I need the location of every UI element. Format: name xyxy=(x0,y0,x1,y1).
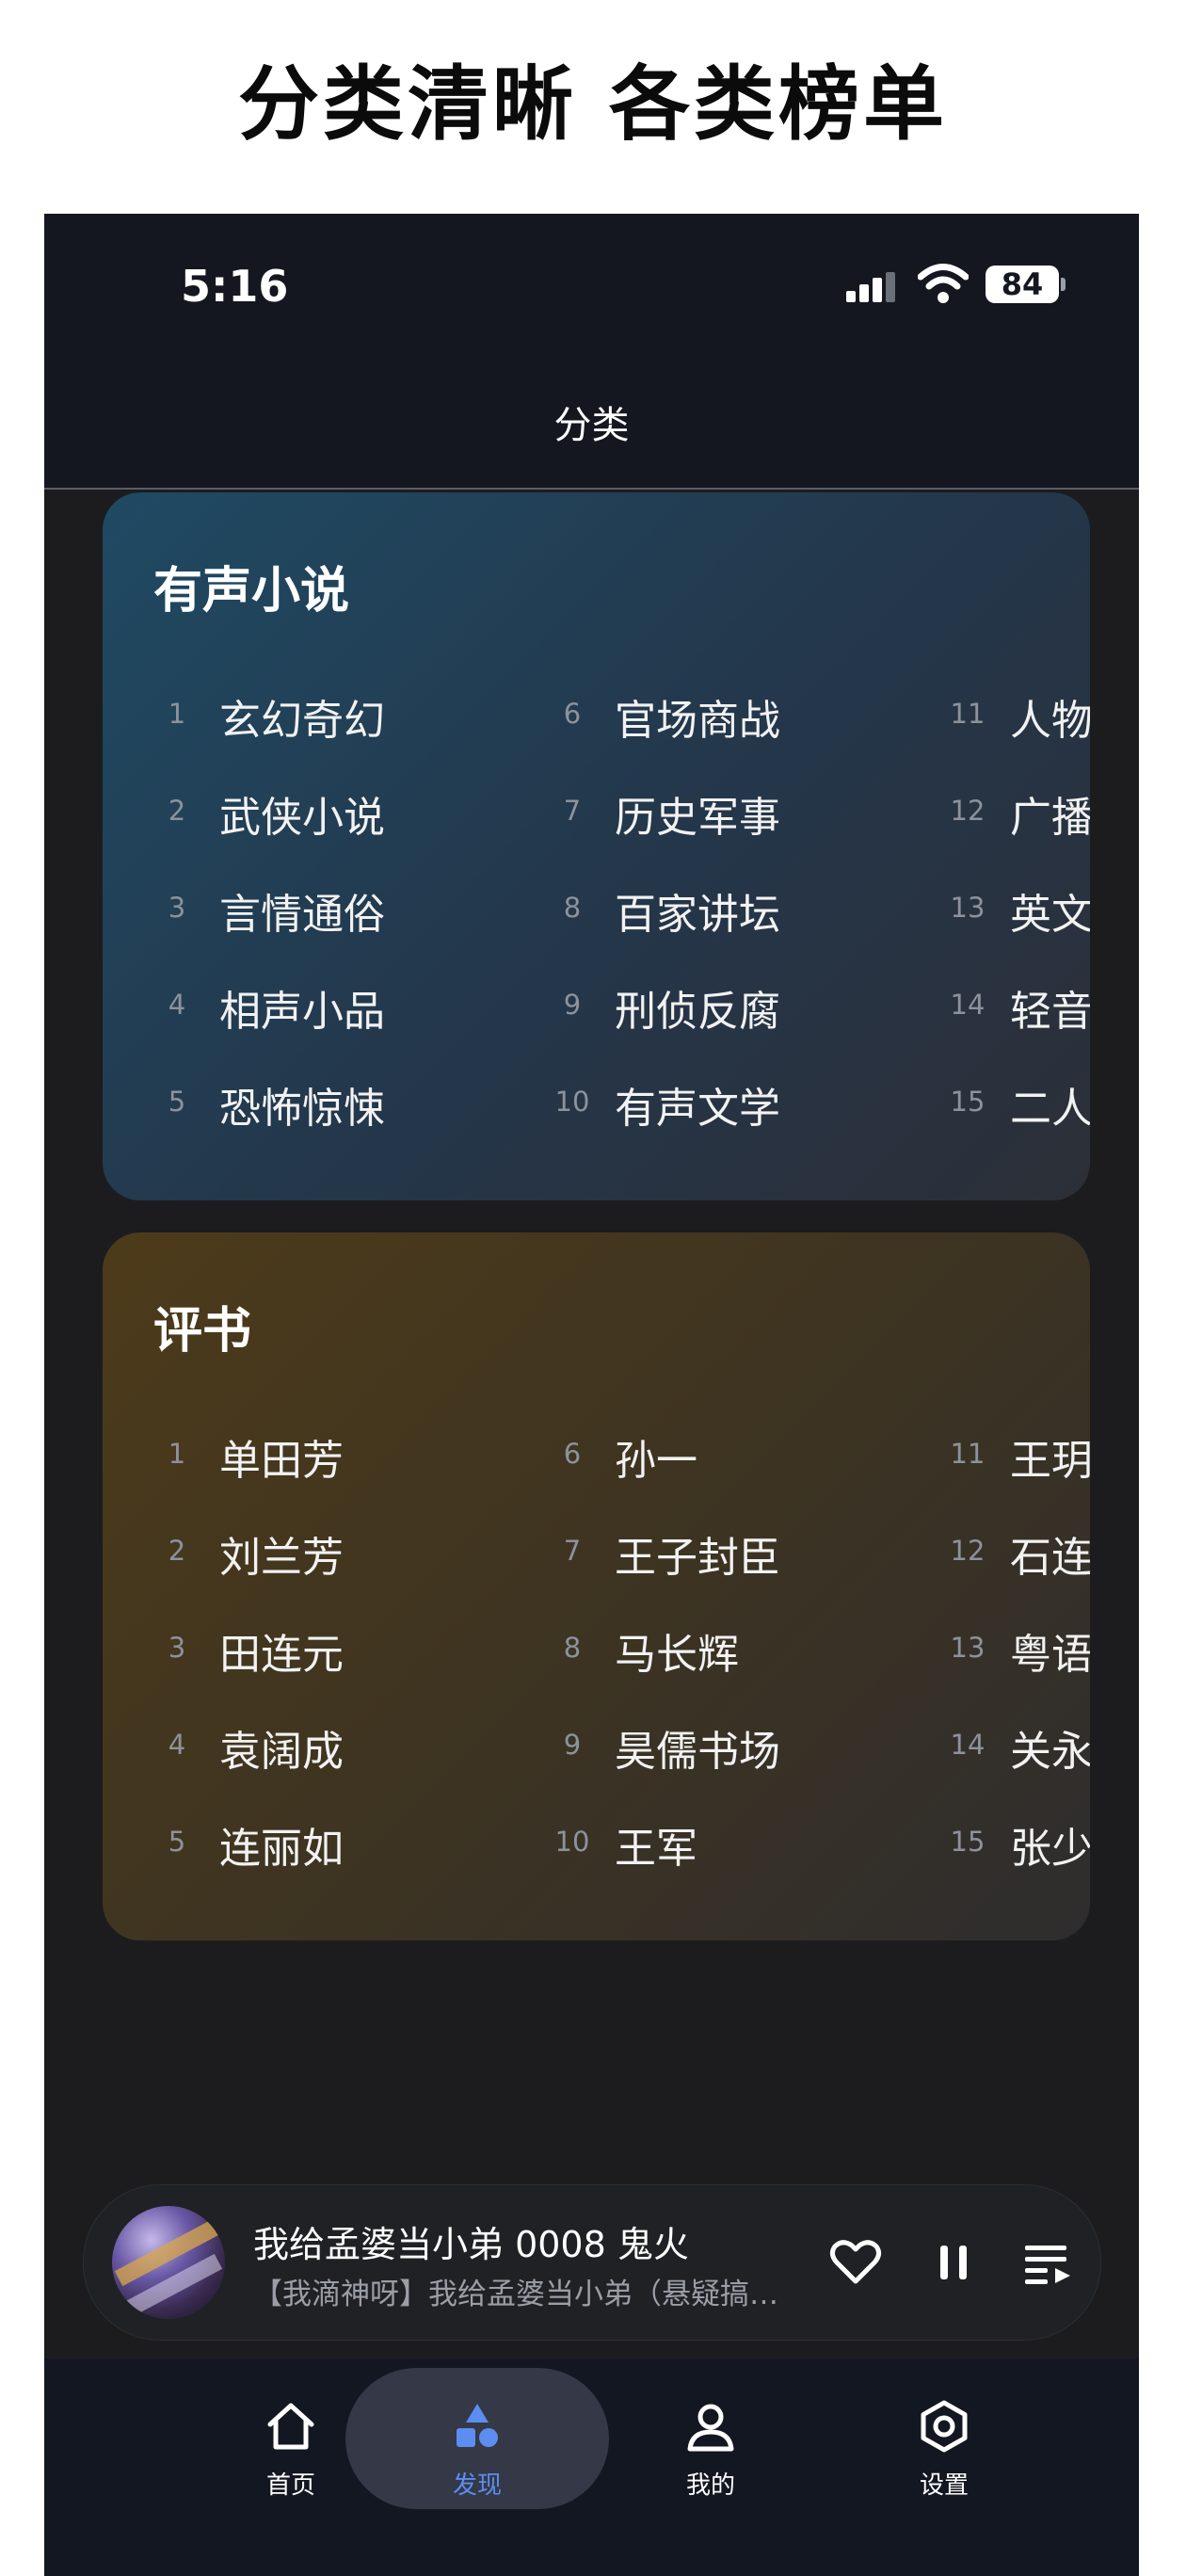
playlist-icon[interactable] xyxy=(1019,2234,1076,2291)
tab-settings[interactable]: 设置 xyxy=(812,2368,1076,2509)
category-label: 官场商战 xyxy=(615,697,780,745)
category-label: 玄幻奇幻 xyxy=(219,697,385,745)
category-label: 孙一 xyxy=(615,1437,697,1485)
tab-label: 我的 xyxy=(685,2471,735,2500)
category-label: 刑侦反腐 xyxy=(615,988,780,1036)
tab-bar: 首页 发现 我的 设置 xyxy=(44,2359,1139,2576)
rank-number: 12 xyxy=(950,1535,986,1567)
category-label: 袁阔成 xyxy=(219,1728,344,1776)
tab-label: 设置 xyxy=(919,2471,969,2500)
category-label: 刘兰芳 xyxy=(219,1534,344,1582)
rank-number: 14 xyxy=(950,1729,986,1761)
category-label: 田连元 xyxy=(219,1631,344,1679)
rank-number: 9 xyxy=(563,989,582,1021)
category-label: 人物 xyxy=(1010,697,1090,745)
rank-number: 15 xyxy=(950,1826,986,1858)
tab-profile[interactable]: 我的 xyxy=(579,2368,842,2509)
rank-number: 9 xyxy=(563,1729,582,1761)
rank-number: 1 xyxy=(168,1438,186,1470)
page-title: 分类 xyxy=(553,404,630,447)
promo-headline: 分类清晰 各类榜单 xyxy=(238,57,948,152)
mini-player[interactable]: 我给孟婆当小弟 0008 鬼火 【我滴神呀】我给孟婆当小弟（悬疑搞笑… xyxy=(83,2184,1101,2341)
rank-number: 6 xyxy=(563,698,582,730)
rank-number: 2 xyxy=(168,795,186,827)
category-label: 恐怖惊悚 xyxy=(219,1085,385,1133)
rank-number: 8 xyxy=(563,892,582,924)
settings-icon xyxy=(921,2400,968,2453)
rank-number: 1 xyxy=(168,698,186,730)
rank-number: 4 xyxy=(168,989,186,1021)
home-icon xyxy=(267,2403,314,2450)
category-card-audiobook: 有声小说 1 玄幻奇幻 2 武侠小说 3 言情通俗 4 相声小品 5 恐怖惊悚 6 官场商战 7 历史军事… xyxy=(103,492,1090,1200)
rank-number: 7 xyxy=(563,795,582,827)
rank-number: 8 xyxy=(563,1632,582,1664)
battery-indicator: 84 xyxy=(986,266,1059,303)
category-label: 昊儒书场 xyxy=(615,1728,780,1776)
album-cover[interactable] xyxy=(112,2206,225,2319)
now-playing-title: 我给孟婆当小弟 0008 鬼火 xyxy=(253,2224,689,2265)
category-label: 百家讲坛 xyxy=(615,891,780,939)
category-label: 张少 xyxy=(1010,1825,1090,1873)
category-label: 关永 xyxy=(1010,1728,1090,1776)
category-label: 言情通俗 xyxy=(219,891,385,939)
card-title: 评书 xyxy=(153,1303,252,1360)
rank-number: 5 xyxy=(168,1826,186,1858)
category-label: 马长辉 xyxy=(615,1631,739,1679)
rank-number: 13 xyxy=(950,1632,986,1664)
rank-number: 4 xyxy=(168,1729,186,1761)
category-label: 有声文学 xyxy=(615,1085,780,1133)
status-time: 5:16 xyxy=(181,261,289,312)
category-label: 武侠小说 xyxy=(219,794,385,842)
wifi-icon xyxy=(918,264,969,303)
category-card-pingshu: 评书 1 单田芳 2 刘兰芳 3 田连元 4 袁阔成 5 连丽如 6 孙一 7 王子封臣 8 马长辉 9 昊儒书场… xyxy=(103,1232,1090,1940)
category-label: 王军 xyxy=(615,1825,697,1873)
rank-number: 10 xyxy=(554,1086,590,1118)
rank-number: 11 xyxy=(950,698,986,730)
rank-number: 2 xyxy=(168,1535,186,1567)
battery-cap xyxy=(1061,278,1066,291)
rank-number: 11 xyxy=(950,1438,986,1470)
rank-number: 15 xyxy=(950,1086,986,1118)
category-label: 英文 xyxy=(1010,891,1090,939)
category-label: 相声小品 xyxy=(219,988,385,1036)
rank-number: 13 xyxy=(950,892,986,924)
rank-number: 3 xyxy=(168,1632,186,1664)
rank-number: 6 xyxy=(563,1438,582,1470)
rank-number: 3 xyxy=(168,892,186,924)
category-label: 王子封臣 xyxy=(615,1534,780,1582)
tab-label: 发现 xyxy=(452,2471,502,2500)
rank-number: 5 xyxy=(168,1086,186,1118)
rank-number: 7 xyxy=(563,1535,582,1567)
category-label: 石连 xyxy=(1010,1534,1090,1582)
rank-number: 10 xyxy=(554,1826,590,1858)
category-label: 历史军事 xyxy=(615,794,780,842)
category-label: 王玥 xyxy=(1010,1437,1090,1485)
category-label: 轻音 xyxy=(1010,988,1090,1036)
category-label: 粤语 xyxy=(1010,1631,1090,1679)
user-icon xyxy=(687,2404,734,2452)
signal-icon xyxy=(846,272,895,302)
category-label: 广播 xyxy=(1010,794,1090,842)
tab-discover[interactable]: 发现 xyxy=(345,2368,609,2509)
category-label: 二人 xyxy=(1010,1085,1090,1133)
rank-number: 12 xyxy=(950,795,986,827)
status-bar: 5:16 84 xyxy=(44,214,1139,355)
pause-icon[interactable] xyxy=(925,2234,982,2291)
phone-screen: 5:16 84 分类 有声小说 1 玄幻奇幻 2 武侠小说 3 言情通俗 4 相声小品 5 恐怖惊… xyxy=(44,214,1139,2576)
now-playing-subtitle: 【我滴神呀】我给孟婆当小弟（悬疑搞笑… xyxy=(253,2278,799,2311)
discover-icon xyxy=(457,2404,498,2447)
card-title: 有声小说 xyxy=(153,563,350,620)
heart-icon[interactable] xyxy=(827,2234,884,2291)
rank-number: 14 xyxy=(950,989,986,1021)
category-label: 单田芳 xyxy=(219,1437,344,1485)
category-label: 连丽如 xyxy=(219,1825,344,1873)
nav-bar: 分类 xyxy=(44,355,1139,490)
